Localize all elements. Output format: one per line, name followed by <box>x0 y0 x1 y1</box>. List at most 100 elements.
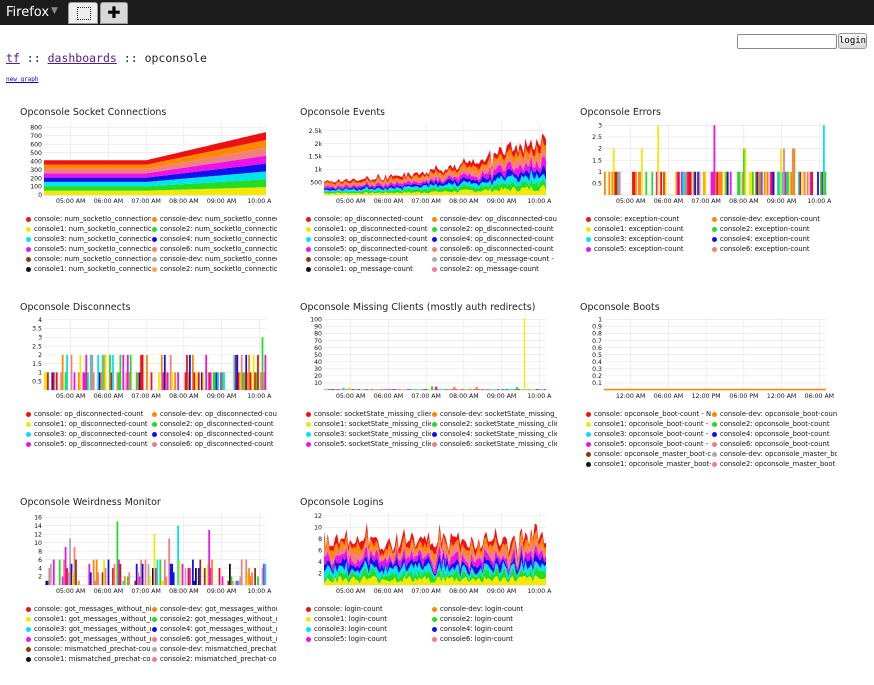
legend-item[interactable]: console: op_disconnected-count <box>26 410 151 420</box>
legend-item[interactable]: console: op_message-count <box>306 255 431 265</box>
legend-item[interactable]: console-dev: op_message-count - <box>432 255 557 265</box>
legend-item[interactable]: console5: socketState_missing_client <box>306 440 431 450</box>
legend-item[interactable]: console2: login-count <box>432 615 557 625</box>
legend-item[interactable]: console1: num_socketIo_connections <box>26 265 151 275</box>
graph-panel[interactable]: Opconsole Weirdness Monitor 2 4 6 8 10 12 14 16 0… <box>20 497 277 677</box>
graph-plot[interactable]: 2 46 810 1214 16 05:00 AM 06:00 AM 07:00 AM 08:0… <box>20 509 272 599</box>
legend-item[interactable]: console-dev: socketState_missing_client <box>432 410 557 420</box>
legend-item[interactable]: console-dev: exception-count <box>712 215 837 225</box>
legend-item[interactable]: console6: login-count <box>432 635 557 645</box>
legend-item[interactable]: console-dev: mismatched_prechat-count <box>152 645 277 655</box>
legend-item[interactable]: console1: op_disconnected-count <box>26 420 151 430</box>
legend-item[interactable]: console3: exception-count <box>586 235 711 245</box>
legend-item[interactable]: console: opconsole_boot-count - NOT <box>586 410 711 420</box>
legend-item[interactable]: console6: op_disconnected-count <box>152 440 277 450</box>
legend-item[interactable]: console2: op_message-count <box>432 265 557 275</box>
legend-item[interactable]: console: mismatched_prechat-count <box>26 645 151 655</box>
legend-item[interactable]: console-dev: op_disconnected-count <box>432 215 557 225</box>
legend-item[interactable]: console1: login-count <box>306 615 431 625</box>
legend-item[interactable]: console2: num_socketIo_connections <box>152 225 277 235</box>
breadcrumb-link-dashboards[interactable]: dashboards <box>48 51 117 65</box>
legend-item[interactable]: console-dev: num_socketIo_connections <box>152 215 277 225</box>
legend-item[interactable]: console6: got_messages_without_nick <box>152 635 277 645</box>
legend-item[interactable]: console1: socketState_missing_client <box>306 420 431 430</box>
graph-panel[interactable]: Opconsole Events 500 1k 1.5k 2k 2.5k 05:00 AM 0… <box>300 107 557 287</box>
legend-item[interactable]: console1: num_socketIo_connections <box>26 225 151 235</box>
legend-item[interactable]: console2: opconsole_master_boot <box>712 460 837 470</box>
legend-item[interactable]: console4: num_socketIo_connections <box>152 235 277 245</box>
legend-item[interactable]: console: num_socketIo_connections <box>26 255 151 265</box>
legend-item[interactable]: console1: mismatched_prechat-count <box>26 655 151 665</box>
graph-panel[interactable]: Opconsole Socket Connections 0 100 200 300 40… <box>20 107 277 287</box>
legend-item[interactable]: console3: op_disconnected-count <box>306 235 431 245</box>
legend-item[interactable]: console2: socketState_missing_client <box>432 420 557 430</box>
legend-item[interactable]: console3: op_disconnected-count <box>26 430 151 440</box>
legend-item[interactable]: console2: got_messages_without_nick <box>152 615 277 625</box>
graph-panel[interactable]: Opconsole Errors 0.5 1 1.5 2 2.5 3 05:00 AM 06:0… <box>580 107 832 287</box>
legend-item[interactable]: console2: mismatched_prechat-count <box>152 655 277 665</box>
legend-item[interactable]: console5: exception-count <box>586 245 711 255</box>
legend-item[interactable]: console1: op_disconnected-count <box>306 225 431 235</box>
legend-item[interactable]: console4: exception-count <box>712 235 837 245</box>
breadcrumb-link-tf[interactable]: tf <box>6 51 20 65</box>
legend-item[interactable]: console3: opconsole_boot-count - NOT <box>586 430 711 440</box>
legend-item[interactable]: console6: num_socketIo_connections <box>152 245 277 255</box>
legend-item[interactable]: console5: op_disconnected-count <box>26 440 151 450</box>
legend-item[interactable]: console5: num_socketIo_connections <box>26 245 151 255</box>
legend-item[interactable]: console: num_socketIo_connections <box>26 215 151 225</box>
graph-panel[interactable]: Opconsole Disconnects 0.5 1 1.5 2 2.5 3 3.5 4 05:… <box>20 302 277 482</box>
legend-item[interactable]: console1: opconsole_master_boot-count <box>586 460 711 470</box>
graph-plot[interactable]: 102030405060708090100 05:00 AM 06:00 AM 07:… <box>300 314 552 404</box>
legend-item[interactable]: console2: op_disconnected-count <box>152 420 277 430</box>
legend-item[interactable]: console4: login-count <box>432 625 557 635</box>
graph-panel[interactable]: Opconsole Logins 2 4 6 8 10 12 05:00 AM 06:00 AM… <box>300 497 552 677</box>
legend-item[interactable]: console-dev: login-count <box>432 605 557 615</box>
legend-item[interactable]: console: got_messages_without_nick <box>26 605 151 615</box>
legend-item[interactable]: console5: opconsole_boot-count - NOT <box>586 440 711 450</box>
legend-item[interactable]: console4: socketState_missing_client <box>432 430 557 440</box>
legend-item[interactable]: console3: num_socketIo_connections <box>26 235 151 245</box>
legend-item[interactable]: console4: op_disconnected-count <box>152 430 277 440</box>
graph-plot[interactable]: 0100 200300 400500 600700 800 05:00 AM 06:00 A… <box>20 119 272 209</box>
graph-panel[interactable]: Opconsole Missing Clients (mostly auth r… <box>300 302 557 482</box>
graph-plot[interactable]: 0.51 1.5 2 2.53 3.5 4 05:00 AM 06:00 AM 07:00 AM… <box>20 314 272 404</box>
legend-item[interactable]: console6: opconsole_boot-count <box>712 440 837 450</box>
dropdown-arrow-icon[interactable]: ▼ <box>51 6 58 16</box>
legend-item[interactable]: console2: num_socketIo_connections <box>152 265 277 275</box>
legend-item[interactable]: console5: op_disconnected-count <box>306 245 431 255</box>
legend-item[interactable]: console5: login-count <box>306 635 431 645</box>
legend-item[interactable]: console5: got_messages_without_nick <box>26 635 151 645</box>
legend-item[interactable]: console2: exception-count <box>712 225 837 235</box>
legend-item[interactable]: console: login-count <box>306 605 431 615</box>
active-tab[interactable] <box>68 2 98 24</box>
graph-plot[interactable]: 500 1k 1.5k 2k 2.5k 05:00 AM 06:00 AM 07:00 AM 0… <box>300 119 552 209</box>
legend-item[interactable]: console: exception-count <box>586 215 711 225</box>
new-tab-button[interactable]: ✚ <box>100 2 128 24</box>
legend-item[interactable]: console3: login-count <box>306 625 431 635</box>
legend-item[interactable]: console-dev: opconsole_master_boot <box>712 450 837 460</box>
graph-plot[interactable]: 0.10.20.30.40.50.60.70.80.91 12:00 AM 06:0… <box>580 314 834 404</box>
new-graph-link[interactable]: new graph <box>6 76 39 83</box>
legend-item[interactable]: console3: socketState_missing_client <box>306 430 431 440</box>
legend-item[interactable]: console: opconsole_master_boot-count <box>586 450 711 460</box>
legend-item[interactable]: console-dev: op_disconnected-count <box>152 410 277 420</box>
legend-item[interactable]: console1: exception-count <box>586 225 711 235</box>
graph-plot[interactable]: 2 4 6 8 10 12 05:00 AM 06:00 AM 07:00 AM 08:00 AM… <box>300 509 552 599</box>
legend-item[interactable]: console2: op_disconnected-count <box>432 225 557 235</box>
legend-item[interactable]: console: socketState_missing_client <box>306 410 431 420</box>
legend-item[interactable]: console6: socketState_missing_client <box>432 440 557 450</box>
legend-item[interactable]: console6: op_disconnected-count <box>432 245 557 255</box>
legend-item[interactable]: console-dev: opconsole_boot-count <box>712 410 837 420</box>
legend-item[interactable]: console4: got_messages_without_nick <box>152 625 277 635</box>
legend-item[interactable]: console2: opconsole_boot-count <box>712 420 837 430</box>
legend-item[interactable]: console6: exception-count <box>712 245 837 255</box>
legend-item[interactable]: console1: opconsole_boot-count - NOT <box>586 420 711 430</box>
login-button[interactable]: login <box>838 33 867 49</box>
graph-panel[interactable]: Opconsole Boots 0.1 0.2 0.3 0.4 0.5 0.6 0.7 0.8 0… <box>580 302 837 482</box>
graph-plot[interactable]: 0.5 1 1.5 2 2.5 3 05:00 AM 06:00 AM 07:00 AM 08:0… <box>580 119 832 209</box>
search-input[interactable] <box>737 34 837 49</box>
legend-item[interactable]: console-dev: got_messages_without_nick <box>152 605 277 615</box>
legend-item[interactable]: console1: op_message-count <box>306 265 431 275</box>
legend-item[interactable]: console4: opconsole_boot-count <box>712 430 837 440</box>
firefox-menu-button[interactable]: Firefox <box>6 5 49 20</box>
